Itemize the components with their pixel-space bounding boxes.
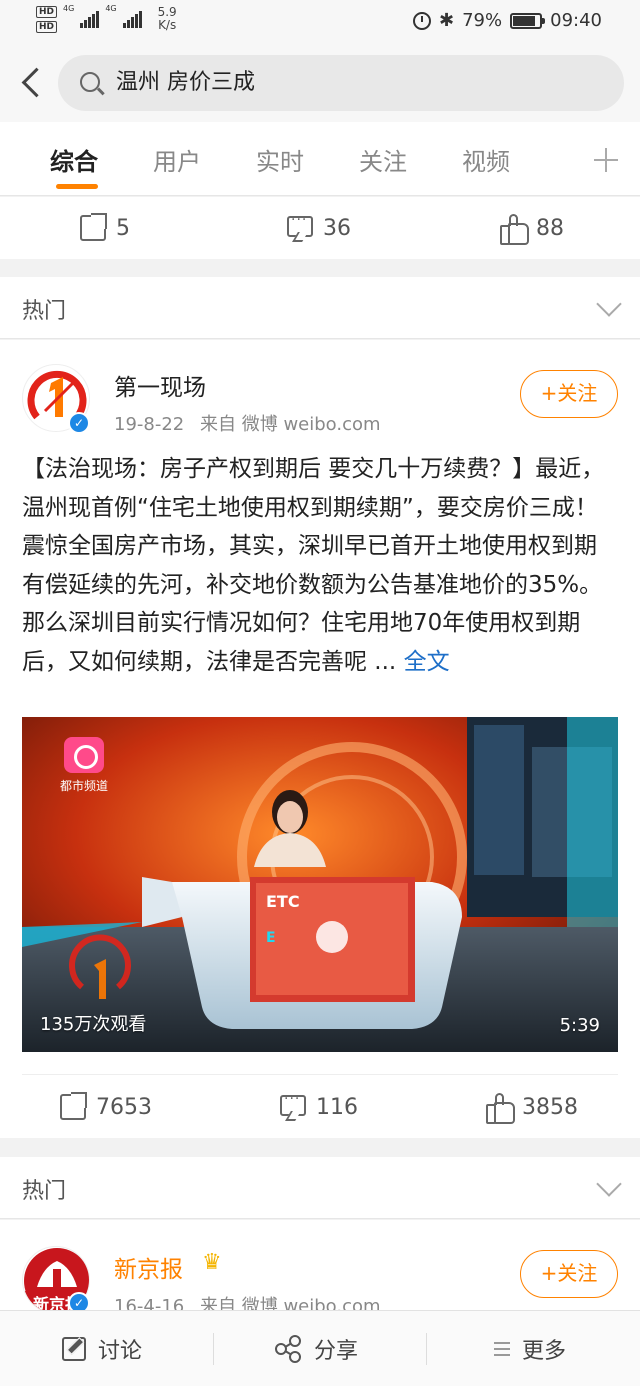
author-name[interactable]: 第一现场: [114, 368, 206, 402]
verified-icon: ✓: [68, 412, 90, 434]
hd-badge: HD: [36, 21, 58, 33]
author-name[interactable]: 新京报: [114, 1250, 183, 1284]
like-count: 88: [536, 215, 564, 241]
follow-button[interactable]: +关注: [520, 1250, 618, 1298]
edit-icon: [62, 1337, 86, 1361]
alarm-icon: [413, 11, 432, 30]
more-label: 更多: [522, 1339, 567, 1364]
like-icon: [500, 214, 529, 245]
like-icon: [486, 1093, 515, 1124]
network-speed: 5.9 K/s: [158, 6, 177, 32]
repost-count: 7653: [96, 1094, 152, 1120]
comment-icon: [287, 212, 313, 237]
video-duration: 5:39: [559, 1015, 600, 1036]
post-source: 来自 微博 weibo.com: [200, 1296, 381, 1310]
divider: [426, 1333, 427, 1365]
post-date: 16-4-16: [114, 1296, 185, 1310]
search-header: 温州 房价三成: [0, 44, 640, 122]
like-button[interactable]: 88: [500, 197, 564, 259]
comment-button[interactable]: 116: [280, 1076, 358, 1138]
search-input[interactable]: 温州 房价三成: [116, 55, 596, 111]
post-meta: 16-4-16 来自 微博 weibo.com: [114, 1292, 381, 1310]
comment-count: 116: [316, 1094, 358, 1120]
section-header-hot: 热门: [0, 277, 640, 339]
svg-text:E: E: [266, 930, 276, 946]
signal-icon: [80, 10, 100, 28]
section-title: 热门: [22, 299, 67, 324]
section-title: 热门: [22, 1179, 67, 1204]
post-body: 【法治现场：房子产权到期后 要交几十万续费？】最近，温州现首例“住宅土地使用权到…: [22, 450, 618, 681]
full-text-link[interactable]: 全文: [404, 649, 450, 675]
repost-button[interactable]: 7653: [60, 1076, 152, 1138]
follow-button[interactable]: +关注: [520, 370, 618, 418]
post-actions: 7653 116 3858: [0, 1076, 640, 1138]
status-bar: HD HD 4G 4G 5.9 K/s ✱ 79% 09:40: [0, 0, 640, 44]
channel-logo-icon: [64, 737, 104, 773]
active-tab-indicator: [56, 184, 98, 189]
tab-following[interactable]: 关注: [359, 142, 407, 177]
divider: [22, 1074, 618, 1075]
tab-video[interactable]: 视频: [462, 142, 510, 177]
add-tab-icon[interactable]: [594, 148, 618, 172]
bluetooth-icon: ✱: [439, 10, 455, 31]
post-source: 来自 微博 weibo.com: [200, 414, 381, 435]
menu-icon: [494, 1342, 510, 1356]
comment-icon: [280, 1091, 306, 1116]
discuss-label: 讨论: [98, 1339, 143, 1364]
comment-count: 36: [323, 215, 351, 241]
chevron-down-icon[interactable]: [596, 1171, 622, 1197]
repost-icon: [60, 1092, 87, 1120]
divider: [213, 1333, 214, 1365]
battery-percent: 79%: [462, 10, 503, 31]
tab-comprehensive[interactable]: 综合: [50, 142, 98, 177]
discuss-button[interactable]: 讨论: [62, 1311, 142, 1386]
battery-icon: [510, 12, 546, 29]
like-button[interactable]: 3858: [486, 1076, 578, 1138]
crown-icon: ♛: [202, 1250, 222, 1275]
hd-badge: HD: [36, 6, 58, 18]
post-text: 【法治现场：房子产权到期后 要交几十万续费？】最近，温州现首例“住宅土地使用权到…: [22, 456, 605, 675]
speed-unit: K/s: [158, 18, 177, 32]
previous-post-actions: 5 36 88: [0, 197, 640, 259]
repost-icon: [80, 213, 107, 241]
status-right: ✱ 79% 09:40: [413, 10, 602, 31]
post-card: 新京报 ✓ 新京报 ♛ 16-4-16 来自 微博 weibo.com +关注: [0, 1220, 640, 1310]
share-label: 分享: [314, 1339, 359, 1364]
clock: 09:40: [550, 10, 602, 31]
search-box[interactable]: 温州 房价三成: [58, 55, 624, 111]
svg-text:ETC: ETC: [266, 892, 300, 911]
tab-realtime[interactable]: 实时: [256, 142, 304, 177]
repost-count: 5: [116, 215, 130, 241]
status-left: HD HD 4G 4G 5.9 K/s: [36, 4, 177, 33]
network-type: 4G: [105, 4, 117, 13]
comment-button[interactable]: 36: [287, 197, 351, 259]
share-icon: [274, 1335, 302, 1363]
share-button[interactable]: 分享: [274, 1311, 358, 1386]
tab-bar: 综合 用户 实时 关注 视频: [0, 122, 640, 196]
video-thumbnail: ETC E: [22, 717, 618, 1052]
more-button[interactable]: 更多: [494, 1311, 566, 1386]
verified-icon: ✓: [68, 1292, 90, 1310]
chevron-down-icon[interactable]: [596, 291, 622, 317]
post-card: ✓ 第一现场 19-8-22 来自 微博 weibo.com +关注 【法治现场…: [0, 340, 640, 1138]
tab-users[interactable]: 用户: [153, 142, 201, 177]
view-count: 135万次观看: [40, 1014, 147, 1035]
post-date: 19-8-22: [114, 414, 185, 435]
channel-name: 都市频道: [60, 779, 109, 793]
search-icon: [80, 72, 100, 92]
video-player[interactable]: ETC E 都市频道 135万次观看 5:39: [22, 717, 618, 1052]
network-type: 4G: [63, 4, 75, 13]
signal-icon: [122, 10, 142, 28]
section-header-hot: 热门: [0, 1157, 640, 1219]
bottom-toolbar: 讨论 分享 更多: [0, 1310, 640, 1386]
back-icon[interactable]: [16, 62, 44, 102]
repost-button[interactable]: 5: [80, 197, 130, 259]
like-count: 3858: [522, 1094, 578, 1120]
post-meta: 19-8-22 来自 微博 weibo.com: [114, 410, 381, 436]
